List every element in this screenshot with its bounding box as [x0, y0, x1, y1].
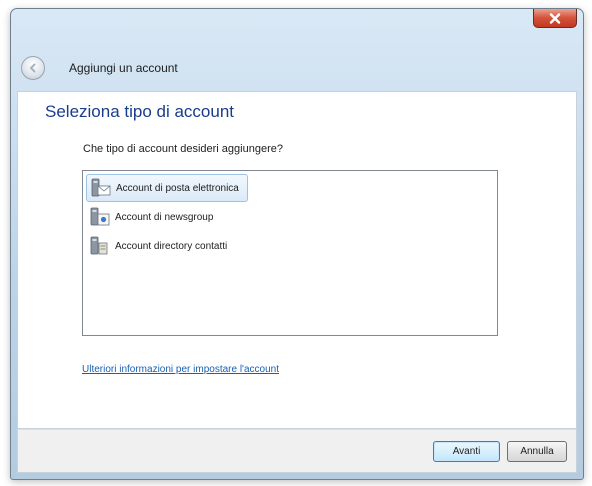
list-item-label: Account directory contatti — [115, 240, 228, 252]
directory-account-icon — [90, 236, 108, 255]
dialog-footer: Avanti Annulla — [17, 429, 577, 473]
close-button[interactable] — [533, 9, 577, 28]
list-item-directory-account[interactable]: Account directory contatti — [86, 232, 235, 260]
account-type-question: Che tipo di account desideri aggiungere? — [83, 143, 283, 155]
list-item-newsgroup-account[interactable]: Account di newsgroup — [86, 203, 221, 231]
help-link[interactable]: Ulteriori informazioni per impostare l'a… — [82, 364, 279, 375]
back-button[interactable] — [21, 56, 45, 80]
list-item-label: Account di posta elettronica — [116, 182, 239, 194]
close-icon — [549, 12, 561, 24]
list-item-label: Account di newsgroup — [115, 211, 214, 223]
next-button[interactable]: Avanti — [433, 441, 500, 462]
back-arrow-icon — [30, 63, 36, 73]
header-title: Aggiungi un account — [69, 61, 178, 75]
cancel-button[interactable]: Annulla — [507, 441, 567, 462]
content-panel: Seleziona tipo di account Che tipo di ac… — [17, 91, 577, 429]
list-item-mail-account[interactable]: Account di posta elettronica — [86, 174, 248, 202]
title-bar[interactable] — [11, 9, 583, 37]
account-type-list[interactable]: Account di posta elettronica Account di … — [82, 170, 498, 336]
dialog-header: Aggiungi un account — [17, 43, 577, 93]
newsgroup-account-icon — [90, 207, 110, 226]
page-title: Seleziona tipo di account — [45, 102, 235, 121]
dialog-window: Aggiungi un account Seleziona tipo di ac… — [10, 8, 584, 480]
mail-account-icon — [91, 178, 111, 197]
